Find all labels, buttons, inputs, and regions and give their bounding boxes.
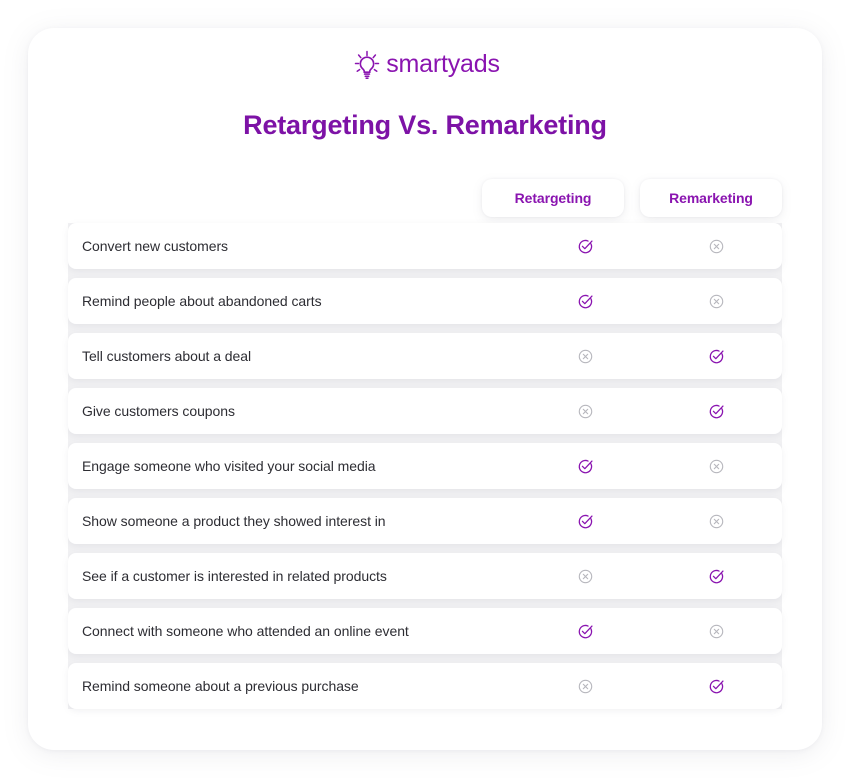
cell-remarketing bbox=[651, 348, 782, 365]
cell-remarketing bbox=[651, 293, 782, 310]
cell-retargeting bbox=[520, 293, 651, 310]
circle-check-icon bbox=[708, 403, 725, 420]
row-label: Tell customers about a deal bbox=[82, 348, 252, 364]
row-label: Engage someone who visited your social m… bbox=[82, 458, 376, 474]
cell-remarketing bbox=[651, 458, 782, 475]
brand-name: smartyads bbox=[386, 50, 500, 78]
circle-x-icon bbox=[577, 568, 594, 585]
cell-remarketing bbox=[651, 238, 782, 255]
cell-retargeting bbox=[520, 623, 651, 640]
cell-remarketing bbox=[651, 513, 782, 530]
row-label: Remind someone about a previous purchase bbox=[82, 678, 359, 694]
cell-remarketing bbox=[651, 678, 782, 695]
table-header-row: Retargeting Remarketing bbox=[68, 172, 782, 217]
cell-remarketing bbox=[651, 403, 782, 420]
table-row: Engage someone who visited your social m… bbox=[68, 443, 782, 489]
page-root: smartyads Retargeting Vs. Remarketing Re… bbox=[0, 0, 850, 780]
cell-remarketing bbox=[651, 568, 782, 585]
row-label: Show someone a product they showed inter… bbox=[82, 513, 386, 529]
table-row: Give customers coupons bbox=[68, 388, 782, 434]
table-row: Connect with someone who attended an onl… bbox=[68, 608, 782, 654]
row-label: Connect with someone who attended an onl… bbox=[82, 623, 409, 639]
row-label: Convert new customers bbox=[82, 238, 229, 254]
comparison-card: smartyads Retargeting Vs. Remarketing Re… bbox=[28, 28, 822, 750]
table-row: Show someone a product they showed inter… bbox=[68, 498, 782, 544]
circle-check-icon bbox=[708, 568, 725, 585]
cell-retargeting bbox=[520, 513, 651, 530]
lightbulb-icon bbox=[350, 48, 384, 82]
circle-x-icon bbox=[708, 293, 725, 310]
circle-check-icon bbox=[577, 513, 594, 530]
cell-retargeting bbox=[520, 678, 651, 695]
table-row: Remind people about abandoned carts bbox=[68, 278, 782, 324]
cell-retargeting bbox=[520, 568, 651, 585]
row-label: Remind people about abandoned carts bbox=[82, 293, 322, 309]
column-header-retargeting[interactable]: Retargeting bbox=[482, 179, 624, 217]
circle-check-icon bbox=[577, 293, 594, 310]
column-header-remarketing[interactable]: Remarketing bbox=[640, 179, 782, 217]
circle-x-icon bbox=[708, 238, 725, 255]
cell-retargeting bbox=[520, 238, 651, 255]
table-row: Tell customers about a deal bbox=[68, 333, 782, 379]
cell-retargeting bbox=[520, 458, 651, 475]
circle-check-icon bbox=[708, 678, 725, 695]
cell-remarketing bbox=[651, 623, 782, 640]
circle-check-icon bbox=[577, 238, 594, 255]
circle-x-icon bbox=[577, 348, 594, 365]
circle-check-icon bbox=[577, 623, 594, 640]
circle-check-icon bbox=[708, 348, 725, 365]
table-row: Convert new customers bbox=[68, 223, 782, 269]
cell-retargeting bbox=[520, 348, 651, 365]
circle-x-icon bbox=[708, 458, 725, 475]
comparison-table: Retargeting Remarketing Convert new cust… bbox=[68, 172, 782, 709]
circle-check-icon bbox=[577, 458, 594, 475]
row-label: See if a customer is interested in relat… bbox=[82, 568, 387, 584]
cell-retargeting bbox=[520, 403, 651, 420]
circle-x-icon bbox=[708, 623, 725, 640]
circle-x-icon bbox=[577, 403, 594, 420]
circle-x-icon bbox=[577, 678, 594, 695]
brand-logo: smartyads bbox=[28, 48, 822, 82]
table-body: Convert new customers Remind people about… bbox=[68, 223, 782, 709]
table-row: See if a customer is interested in relat… bbox=[68, 553, 782, 599]
circle-x-icon bbox=[708, 513, 725, 530]
row-label: Give customers coupons bbox=[82, 403, 235, 419]
page-title: Retargeting Vs. Remarketing bbox=[243, 110, 607, 140]
table-row: Remind someone about a previous purchase bbox=[68, 663, 782, 709]
